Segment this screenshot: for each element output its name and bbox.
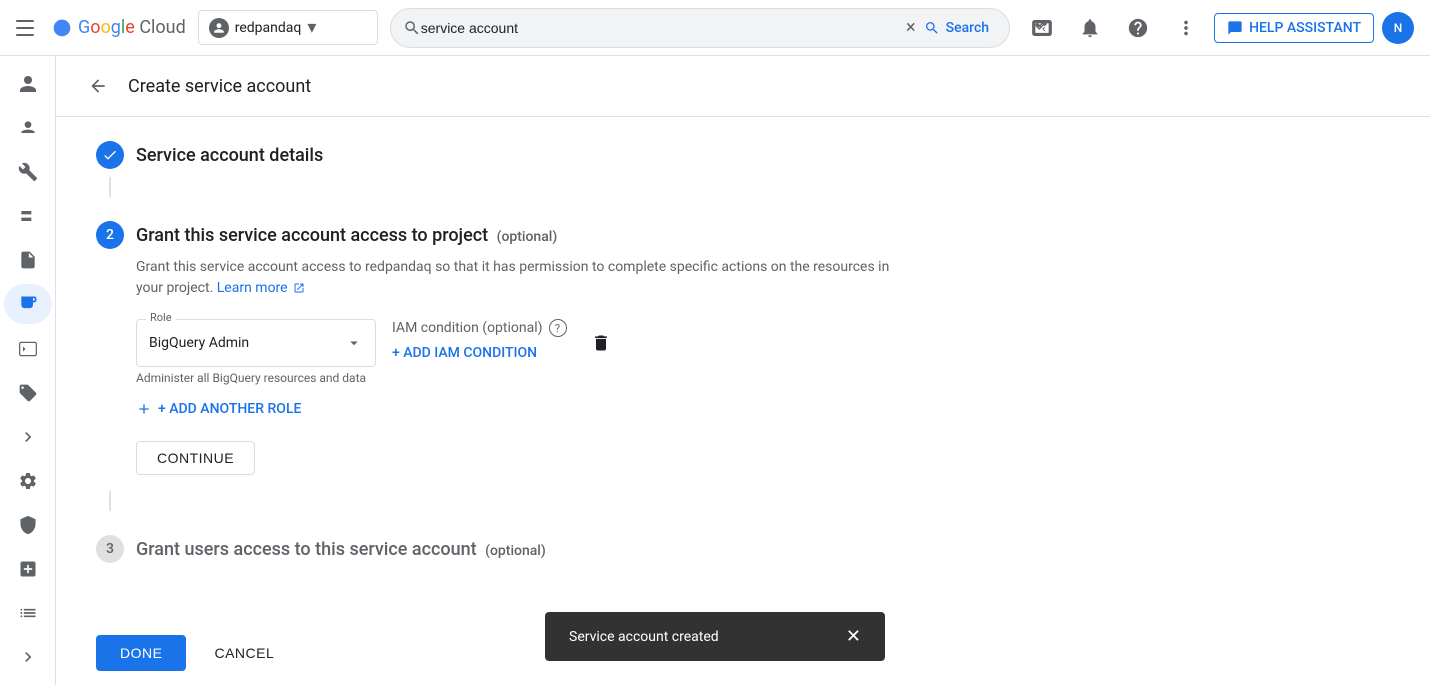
cloud-logo-icon xyxy=(52,18,72,38)
iam-help-icon[interactable]: ? xyxy=(549,319,567,337)
continue-button[interactable]: CONTINUE xyxy=(136,441,255,475)
step1-header: Service account details xyxy=(96,141,916,169)
search-icon xyxy=(403,19,421,37)
project-name: redpandaq xyxy=(235,20,302,36)
step3-header: 3 Grant users access to this service acc… xyxy=(96,535,916,563)
step1-title: Service account details xyxy=(136,145,323,166)
role-select-dropdown[interactable]: BigQuery Admin xyxy=(136,319,376,367)
iam-label: IAM condition (optional) xyxy=(392,320,543,336)
add-iam-condition-button[interactable]: + ADD IAM CONDITION xyxy=(392,345,567,361)
step2-description: Grant this service account access to red… xyxy=(136,257,916,299)
sidebar-item-add[interactable] xyxy=(4,549,52,589)
role-select-container: Role BigQuery Admin Administer all BigQu… xyxy=(136,319,376,385)
step3-section: 3 Grant users access to this service acc… xyxy=(96,535,916,563)
step1-section: Service account details xyxy=(96,141,916,197)
role-select-label: Role xyxy=(146,311,176,324)
search-clear-button[interactable]: × xyxy=(906,17,916,38)
help-button[interactable] xyxy=(1118,8,1158,48)
step2-title: Grant this service account access to pro… xyxy=(136,225,557,246)
step2-header: 2 Grant this service account access to p… xyxy=(96,221,916,249)
done-button[interactable]: DONE xyxy=(96,635,186,671)
role-select-value: BigQuery Admin xyxy=(149,335,249,351)
help-assistant-label: HELP ASSISTANT xyxy=(1249,20,1361,36)
sidebar-item-tags[interactable] xyxy=(4,373,52,413)
role-row: Role BigQuery Admin Administer all BigQu… xyxy=(136,319,916,385)
step1-divider xyxy=(109,177,111,197)
step3-title: Grant users access to this service accou… xyxy=(136,539,546,560)
step1-badge xyxy=(96,141,124,169)
project-selector[interactable]: redpandaq ▾ xyxy=(198,10,378,45)
hamburger-menu-icon[interactable] xyxy=(16,16,40,40)
step2-section: 2 Grant this service account access to p… xyxy=(96,221,916,511)
main-content: Create service account Service account d… xyxy=(56,56,1430,685)
toast-message: Service account created xyxy=(569,629,719,645)
page-header-left: Create service account xyxy=(80,68,311,104)
form-content: Service account details 2 Grant this ser… xyxy=(56,117,956,611)
search-input[interactable] xyxy=(421,20,906,36)
main-layout: Create service account Service account d… xyxy=(0,56,1430,685)
sidebar-item-cloud-shell[interactable] xyxy=(4,328,52,368)
toast-notification: Service account created ✕ xyxy=(545,612,885,661)
learn-more-link[interactable]: Learn more xyxy=(217,280,305,296)
page-header: Create service account xyxy=(56,56,1430,117)
sidebar-item-apis[interactable] xyxy=(4,196,52,236)
search-button[interactable]: Search xyxy=(916,20,997,36)
topbar-right: HELP ASSISTANT N xyxy=(1022,8,1414,48)
cancel-button[interactable]: CANCEL xyxy=(198,635,290,671)
delete-role-button[interactable] xyxy=(583,325,619,361)
project-avatar xyxy=(209,18,229,38)
sidebar-item-service-accounts[interactable] xyxy=(4,108,52,148)
external-link-icon xyxy=(293,282,305,294)
topbar-left: Google Cloud redpandaq ▾ xyxy=(16,10,378,45)
back-button[interactable] xyxy=(80,68,116,104)
sidebar-item-settings[interactable] xyxy=(4,461,52,501)
add-another-role-button[interactable]: + ADD ANOTHER ROLE xyxy=(136,401,916,417)
cloud-shell-button[interactable] xyxy=(1022,8,1062,48)
role-select-wrapper: Role BigQuery Admin xyxy=(136,319,376,367)
more-options-button[interactable] xyxy=(1166,8,1206,48)
page-title: Create service account xyxy=(128,76,311,97)
search-submit-icon xyxy=(924,20,940,36)
notifications-button[interactable] xyxy=(1070,8,1110,48)
iam-label-row: IAM condition (optional) ? xyxy=(392,319,567,337)
add-role-icon xyxy=(136,401,152,417)
sidebar-item-more[interactable] xyxy=(4,417,52,457)
iam-condition-column: IAM condition (optional) ? + ADD IAM CON… xyxy=(392,319,567,361)
google-cloud-logo: Google Cloud xyxy=(52,17,186,38)
sidebar-item-activity[interactable] xyxy=(4,593,52,633)
logo-text: Google Cloud xyxy=(78,17,186,38)
dropdown-icon: ▾ xyxy=(307,17,316,38)
step2-body: Grant this service account access to red… xyxy=(136,257,916,475)
sidebar-item-audit-logs[interactable] xyxy=(4,240,52,280)
step2-divider xyxy=(109,491,111,511)
help-assistant-button[interactable]: HELP ASSISTANT xyxy=(1214,13,1374,43)
role-dropdown-icon xyxy=(345,334,363,352)
toast-close-button[interactable]: ✕ xyxy=(846,626,861,647)
search-bar: × Search xyxy=(390,8,1010,48)
sidebar-item-workload-identity[interactable] xyxy=(4,284,52,324)
topbar: Google Cloud redpandaq ▾ × Search xyxy=(0,0,1430,56)
sidebar xyxy=(0,56,56,685)
sidebar-item-iam[interactable] xyxy=(4,64,52,104)
help-assistant-icon xyxy=(1227,20,1243,36)
step3-badge: 3 xyxy=(96,535,124,563)
sidebar-item-tools[interactable] xyxy=(4,152,52,192)
sidebar-expand-button[interactable] xyxy=(4,637,52,677)
role-description: Administer all BigQuery resources and da… xyxy=(136,371,376,385)
user-avatar[interactable]: N xyxy=(1382,12,1414,44)
sidebar-item-security[interactable] xyxy=(4,505,52,545)
step2-badge: 2 xyxy=(96,221,124,249)
